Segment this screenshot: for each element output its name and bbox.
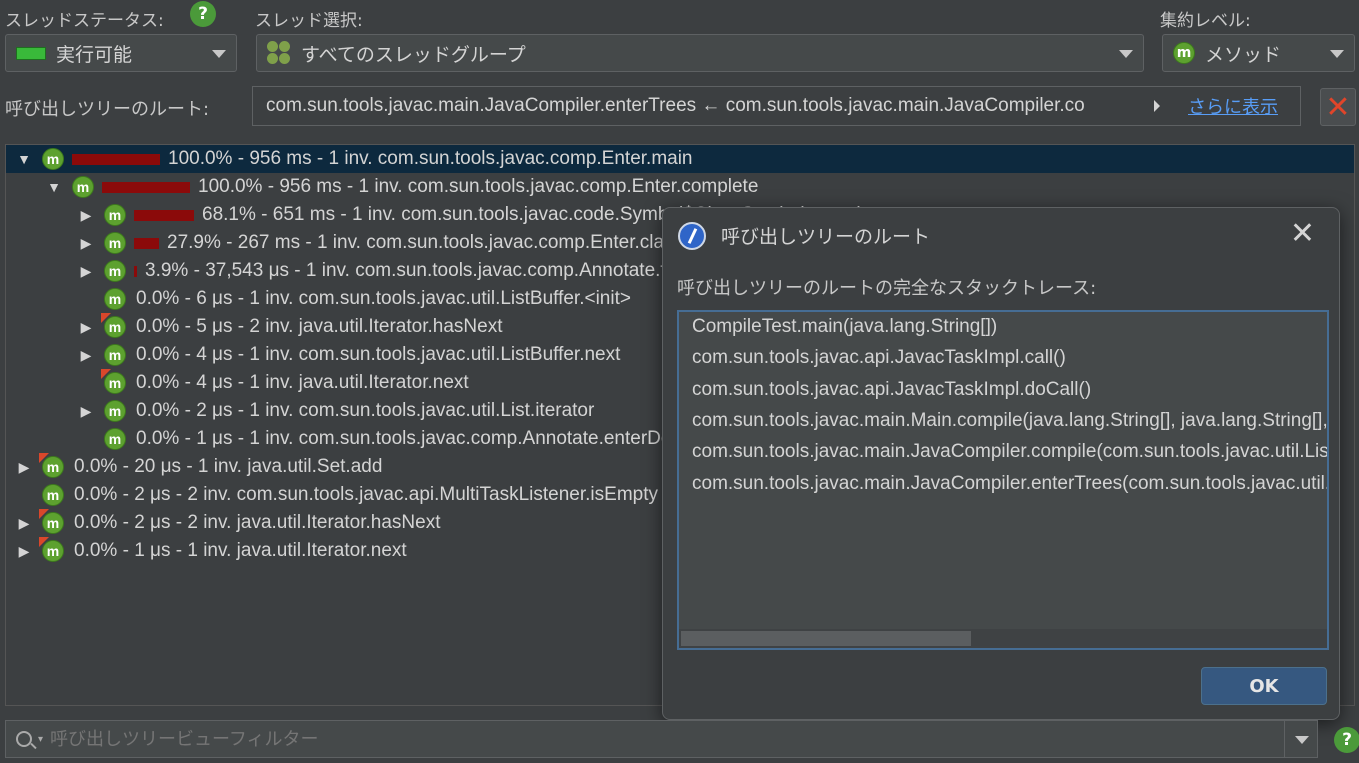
time-percentage-bar [134, 265, 137, 277]
tree-row[interactable]: ▼ m 100.0% - 956 ms - 1 inv. com.sun.tools… [6, 145, 1354, 173]
thread-status-value: 実行可能 [56, 43, 133, 66]
method-icon: m [104, 372, 126, 394]
time-percentage-bar [72, 153, 160, 165]
thread-status-label: スレッドステータス: [5, 11, 164, 31]
stack-frame[interactable]: com.sun.tools.javac.main.JavaCompiler.co… [692, 441, 1327, 463]
aggregation-label: 集約レベル: [1160, 11, 1251, 31]
root-field: com.sun.tools.javac.main.JavaCompiler.en… [252, 86, 1301, 126]
tree-row-label: 100.0% - 956 ms - 1 inv. com.sun.tools.j… [168, 148, 693, 169]
dialog-title: 呼び出しツリーのルート [721, 226, 931, 248]
close-icon: ✕ [1325, 89, 1351, 125]
method-icon: m [104, 400, 126, 422]
horizontal-scrollbar-thumb[interactable] [681, 631, 971, 646]
root-label: 呼び出しツリーのルート: [5, 99, 210, 120]
thread-select-combo[interactable]: すべてのスレッドグループ [256, 34, 1144, 72]
thread-status-combo[interactable]: 実行可能 [5, 34, 237, 72]
tree-row-label: 0.0% - 4 μs - 1 inv. com.sun.tools.javac… [136, 344, 621, 365]
tree-row[interactable]: ▼ m 100.0% - 956 ms - 1 inv. com.sun.tools… [6, 173, 1354, 201]
chevron-down-icon [1330, 50, 1344, 58]
expand-arrow-icon[interactable]: ▶ [78, 403, 94, 420]
tree-row-label: 0.0% - 2 μs - 2 inv. com.sun.tools.javac… [74, 484, 658, 505]
chevron-down-icon [1119, 50, 1133, 58]
thread-select-label: スレッド選択: [255, 11, 363, 31]
tree-row-label: 0.0% - 6 μs - 1 inv. com.sun.tools.javac… [136, 288, 631, 309]
aggregation-value: メソッド [1205, 43, 1282, 66]
expand-arrow-icon[interactable]: ▶ [78, 263, 94, 280]
method-icon: m [104, 344, 126, 366]
method-icon: m [104, 288, 126, 310]
call-tree-root-dialog: 呼び出しツリーのルート ✕ 呼び出しツリーのルートの完全なスタックトレース: c… [662, 207, 1340, 720]
method-icon: m [104, 428, 126, 450]
tree-row-label: 0.0% - 20 μs - 1 inv. java.util.Set.add [74, 456, 383, 477]
thread-group-icon [267, 41, 291, 65]
stack-frame[interactable]: com.sun.tools.javac.api.JavacTaskImpl.do… [692, 379, 1091, 401]
chevron-down-icon: ▾ [38, 733, 44, 745]
time-percentage-bar [134, 209, 194, 221]
expand-arrow-icon[interactable]: ▶ [78, 207, 94, 224]
tree-row-label: 0.0% - 2 μs - 1 inv. com.sun.tools.javac… [136, 400, 595, 421]
method-icon: m [104, 260, 126, 282]
expand-arrow-icon[interactable]: ▶ [16, 543, 32, 560]
status-indicator-icon [16, 46, 46, 60]
dialog-subtitle: 呼び出しツリーのルートの完全なスタックトレース: [677, 278, 1097, 299]
tree-row-label: 0.0% - 5 μs - 2 inv. java.util.Iterator.… [136, 316, 503, 337]
compass-icon [678, 222, 706, 250]
expand-arrow-icon[interactable]: ▶ [78, 319, 94, 336]
time-percentage-bar [134, 237, 159, 249]
tree-filter[interactable]: ▾ [5, 720, 1285, 758]
root-value: com.sun.tools.javac.main.JavaCompiler.en… [266, 95, 1085, 116]
show-more-link[interactable]: さらに表示 [1182, 93, 1278, 119]
stack-frame[interactable]: CompileTest.main(java.lang.String[]) [692, 316, 997, 338]
stack-frame[interactable]: com.sun.tools.javac.api.JavacTaskImpl.ca… [692, 347, 1066, 369]
search-icon [16, 731, 32, 747]
filter-dropdown-button[interactable] [1284, 720, 1318, 758]
ok-button[interactable]: OK [1201, 667, 1327, 705]
tree-row-label: 100.0% - 956 ms - 1 inv. com.sun.tools.j… [198, 176, 759, 197]
expand-arrow-icon[interactable]: ▶ [16, 459, 32, 476]
method-icon: m [1173, 42, 1195, 64]
chevron-down-icon [1295, 736, 1309, 744]
expand-arrow-icon[interactable]: ▶ [78, 347, 94, 364]
collapse-arrow-icon[interactable]: ▼ [46, 179, 62, 195]
method-icon: m [42, 456, 64, 478]
expand-arrow-icon[interactable]: ▶ [78, 235, 94, 252]
method-icon: m [42, 512, 64, 534]
collapse-arrow-icon[interactable]: ▼ [16, 151, 32, 167]
aggregation-combo[interactable]: m メソッド [1162, 34, 1355, 72]
method-icon: m [42, 148, 64, 170]
method-icon: m [72, 176, 94, 198]
method-icon: m [42, 540, 64, 562]
close-icon[interactable]: ✕ [1290, 216, 1315, 251]
method-icon: m [104, 232, 126, 254]
method-icon: m [104, 316, 126, 338]
stack-frame[interactable]: com.sun.tools.javac.main.JavaCompiler.en… [692, 473, 1327, 495]
tree-row-label: 0.0% - 1 μs - 1 inv. java.util.Iterator.… [74, 540, 407, 561]
tree-row-label: 0.0% - 4 μs - 1 inv. java.util.Iterator.… [136, 372, 469, 393]
tree-row-label: 0.0% - 1 μs - 1 inv. com.sun.tools.javac… [136, 428, 693, 449]
help-icon[interactable]: ? [1334, 727, 1359, 753]
stack-frame[interactable]: com.sun.tools.javac.main.Main.compile(ja… [692, 410, 1327, 432]
help-icon[interactable]: ? [190, 1, 216, 27]
tree-row-label: 27.9% - 267 ms - 1 inv. com.sun.tools.ja… [167, 232, 729, 253]
tree-row-label: 0.0% - 2 μs - 2 inv. java.util.Iterator.… [74, 512, 441, 533]
time-percentage-bar [102, 181, 190, 193]
stack-trace-list[interactable]: com.sun.tools.javac.main.JavaCompiler.en… [677, 310, 1329, 650]
filter-input[interactable] [50, 725, 1250, 753]
remove-root-button[interactable]: ✕ [1320, 88, 1356, 126]
method-icon: m [42, 484, 64, 506]
expand-arrow-icon [1154, 100, 1160, 112]
thread-select-value: すべてのスレッドグループ [301, 43, 526, 66]
chevron-down-icon [212, 50, 226, 58]
method-icon: m [104, 204, 126, 226]
expand-arrow-icon[interactable]: ▶ [16, 515, 32, 532]
tree-row-label: 3.9% - 37,543 μs - 1 inv. com.sun.tools.… [145, 260, 701, 281]
